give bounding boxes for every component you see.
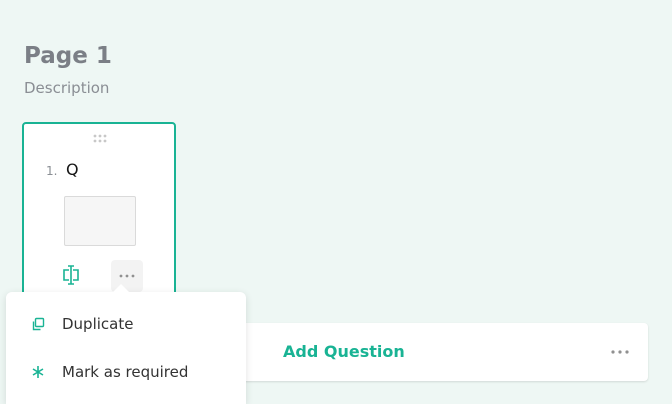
- add-question-bar: Add Question: [234, 323, 648, 381]
- duplicate-icon: [32, 317, 45, 331]
- page-description[interactable]: Description: [24, 77, 109, 99]
- menu-item-label: Mark as required: [62, 363, 189, 381]
- menu-item-mark-required[interactable]: Mark as required: [6, 348, 246, 396]
- question-card[interactable]: 1. Q: [22, 122, 176, 306]
- required-asterisk-icon: [32, 366, 44, 378]
- page-title[interactable]: Page 1: [24, 40, 112, 72]
- question-number: 1.: [46, 164, 58, 178]
- menu-item-duplicate[interactable]: Duplicate: [6, 300, 246, 348]
- popup-arrow: [113, 284, 129, 292]
- question-title[interactable]: Q: [66, 159, 79, 181]
- drag-handle-icon[interactable]: [92, 134, 108, 144]
- question-context-menu: Duplicate Mark as required: [6, 292, 246, 404]
- convert-type-icon[interactable]: [60, 264, 82, 286]
- add-question-button[interactable]: Add Question: [283, 341, 405, 363]
- menu-item-label: Duplicate: [62, 315, 134, 333]
- question-answer-input[interactable]: [64, 196, 136, 246]
- more-dots-icon: [119, 274, 135, 278]
- add-question-more-icon[interactable]: [610, 349, 630, 355]
